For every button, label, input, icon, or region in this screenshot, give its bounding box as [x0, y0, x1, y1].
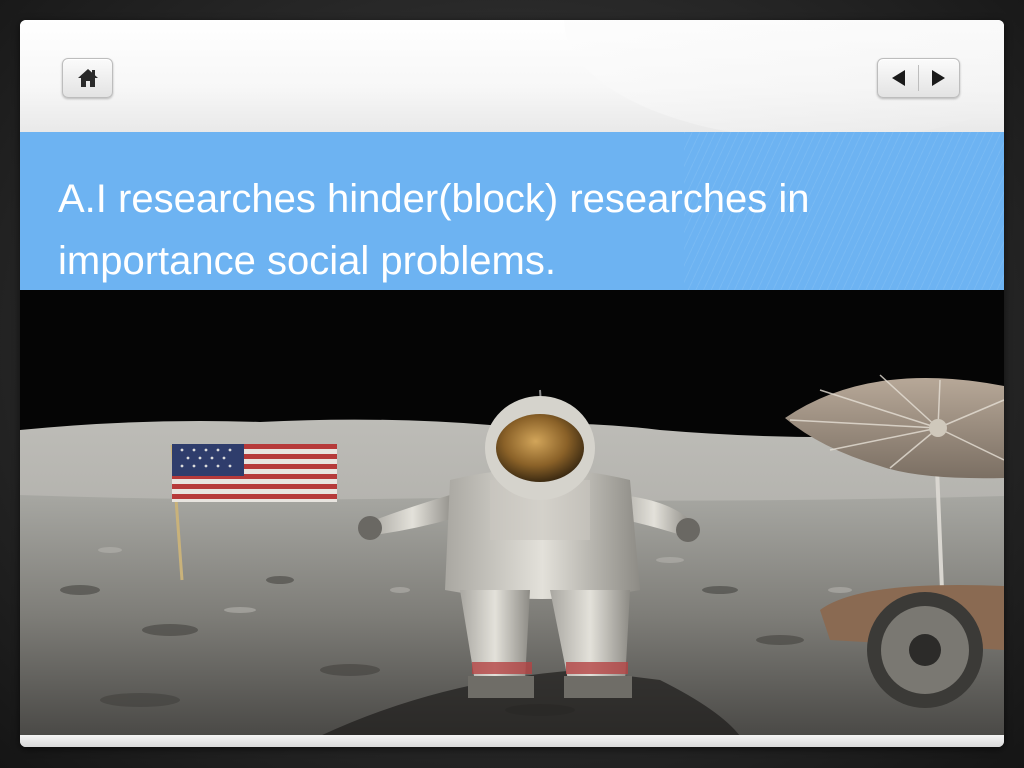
home-button[interactable]	[62, 58, 113, 98]
moon-astronaut-photo	[20, 290, 1004, 736]
slide: A.I researches hinder(block) researches …	[20, 20, 1004, 747]
title-band: A.I researches hinder(block) researches …	[20, 132, 1004, 290]
slide-header-gloss	[20, 20, 1004, 140]
slide-title: A.I researches hinder(block) researches …	[58, 177, 810, 283]
next-slide-button[interactable]	[919, 59, 959, 97]
triangle-left-icon	[891, 70, 905, 86]
triangle-right-icon	[932, 70, 946, 86]
previous-slide-button[interactable]	[878, 59, 918, 97]
home-icon	[77, 69, 98, 87]
prev-next-buttons	[877, 58, 960, 98]
